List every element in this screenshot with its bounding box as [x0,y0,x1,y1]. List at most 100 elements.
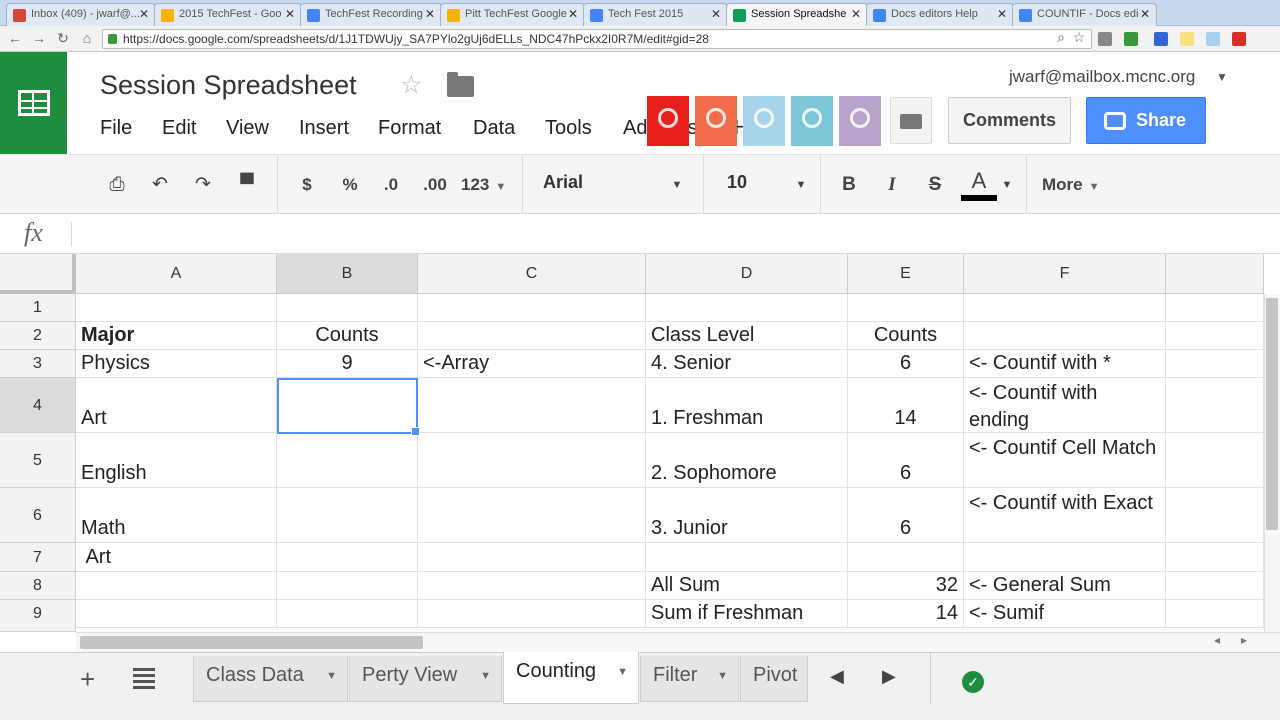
menu-tools[interactable]: Tools [545,117,592,140]
cell-f7[interactable] [964,543,1166,572]
collaborator-avatar[interactable] [839,96,881,146]
chevron-down-icon[interactable]: ▼ [1216,70,1228,84]
scroll-left-icon[interactable]: ◂ [1214,633,1220,647]
cell-c5[interactable] [418,433,646,488]
cell-e6[interactable]: 6 [848,488,964,543]
column-header-g[interactable] [1166,254,1264,294]
close-icon[interactable]: ✕ [425,7,435,21]
scroll-right-icon[interactable]: ▸ [1241,633,1247,647]
sheet-tab-filter[interactable]: Filter ▼ [640,656,739,702]
cell-b6[interactable] [277,488,418,543]
cell-e4[interactable]: 14 [848,378,964,433]
chevron-down-icon[interactable]: ▼ [480,670,491,682]
sheet-tab-counting[interactable]: Counting ▼ [503,652,639,704]
cell-e8[interactable]: 32 [848,572,964,600]
cell-b2[interactable]: Counts [277,322,418,350]
column-header-f[interactable]: F [964,254,1166,294]
cell-f1[interactable] [964,294,1166,322]
increase-decimal-button[interactable]: .00 [419,169,451,201]
cell-f9[interactable]: <- Sumif [964,600,1166,628]
menu-format[interactable]: Format [378,117,441,140]
row-header-1[interactable]: 1 [0,294,76,322]
undo-icon[interactable]: ↶ [147,169,173,201]
italic-button[interactable]: I [881,169,903,201]
cell-c8[interactable] [418,572,646,600]
cell-f6[interactable]: <- Countif with Exact [964,488,1166,543]
row-header-3[interactable]: 3 [0,350,76,378]
collaborator-avatar[interactable] [791,96,833,146]
close-icon[interactable]: ✕ [851,7,861,21]
extension-icon[interactable] [1206,32,1220,46]
cell-e7[interactable] [848,543,964,572]
chevron-down-icon[interactable]: ▼ [326,670,337,682]
cell-g5[interactable] [1166,433,1264,488]
add-sheet-icon[interactable]: + [80,664,95,695]
menu-edit[interactable]: Edit [162,117,196,140]
cell-b9[interactable] [277,600,418,628]
cell-c4[interactable] [418,378,646,433]
cell-d6[interactable]: 3. Junior [646,488,848,543]
currency-format-button[interactable]: $ [296,169,318,201]
row-header-6[interactable]: 6 [0,488,76,543]
close-icon[interactable]: ✕ [1140,7,1150,21]
percent-format-button[interactable]: % [339,169,361,201]
sheet-tab-class-data[interactable]: Class Data ▼ [193,656,348,702]
cast-icon[interactable] [1098,32,1112,46]
cell-b7[interactable] [277,543,418,572]
cell-d3[interactable]: 4. Senior [646,350,848,378]
text-color-button[interactable]: A [964,165,994,197]
row-header-8[interactable]: 8 [0,572,76,600]
cell-a3[interactable]: Physics [76,350,277,378]
cell-c3[interactable]: <-Array [418,350,646,378]
cell-a4[interactable]: Art [76,378,277,433]
cell-f2[interactable] [964,322,1166,350]
browser-tab[interactable]: Docs editors Help ✕ [866,3,1014,26]
cell-a2[interactable]: Major [76,322,277,350]
star-icon[interactable]: ☆ [400,70,422,100]
select-all-corner[interactable] [0,254,76,294]
fill-handle[interactable] [411,427,420,436]
extension-icon[interactable] [1124,32,1138,46]
cell-e1[interactable] [848,294,964,322]
horizontal-scroll-thumb[interactable] [80,636,423,649]
cell-e9[interactable]: 14 [848,600,964,628]
strikethrough-button[interactable]: S [924,169,946,201]
close-icon[interactable]: ✕ [285,7,295,21]
cell-f3[interactable]: <- Countif with * [964,350,1166,378]
check-icon[interactable]: ✓ [962,671,984,693]
close-icon[interactable]: ✕ [997,7,1007,21]
column-header-c[interactable]: C [418,254,646,294]
previous-sheet-icon[interactable]: ◀ [830,666,844,687]
column-header-a[interactable]: A [76,254,277,294]
chevron-down-icon[interactable]: ▼ [617,666,628,678]
chevron-down-icon[interactable]: ▼ [794,169,808,201]
cell-d8[interactable]: All Sum [646,572,848,600]
cell-b5[interactable] [277,433,418,488]
menu-icon[interactable] [1232,32,1246,46]
menu-data[interactable]: Data [473,117,515,140]
collaborator-avatar[interactable] [695,96,737,146]
cell-g9[interactable] [1166,600,1264,628]
column-header-b[interactable]: B [277,254,418,294]
row-header-4[interactable]: 4 [0,378,76,433]
column-header-d[interactable]: D [646,254,848,294]
account-email[interactable]: jwarf@mailbox.mcnc.org [1009,67,1195,87]
cell-a7[interactable]: Art [76,543,277,572]
browser-tab[interactable]: Tech Fest 2015 ✕ [583,3,728,26]
chat-button[interactable] [890,97,932,144]
bold-button[interactable]: B [838,169,860,201]
cell-a5[interactable]: English [76,433,277,488]
collaborator-avatar[interactable] [743,96,785,146]
document-title[interactable]: Session Spreadsheet [100,70,357,101]
close-icon[interactable]: ✕ [139,7,149,21]
number-format-dropdown[interactable]: 123 ▼ [461,169,513,201]
cell-e3[interactable]: 6 [848,350,964,378]
row-header-2[interactable]: 2 [0,322,76,350]
redo-icon[interactable]: ↷ [190,169,216,201]
row-header-7[interactable]: 7 [0,543,76,572]
browser-tab[interactable]: COUNTIF - Docs edi ✕ [1012,3,1157,26]
row-header-9[interactable]: 9 [0,600,76,632]
cell-b8[interactable] [277,572,418,600]
decrease-decimal-button[interactable]: .0 [378,169,404,201]
cell-g7[interactable] [1166,543,1264,572]
